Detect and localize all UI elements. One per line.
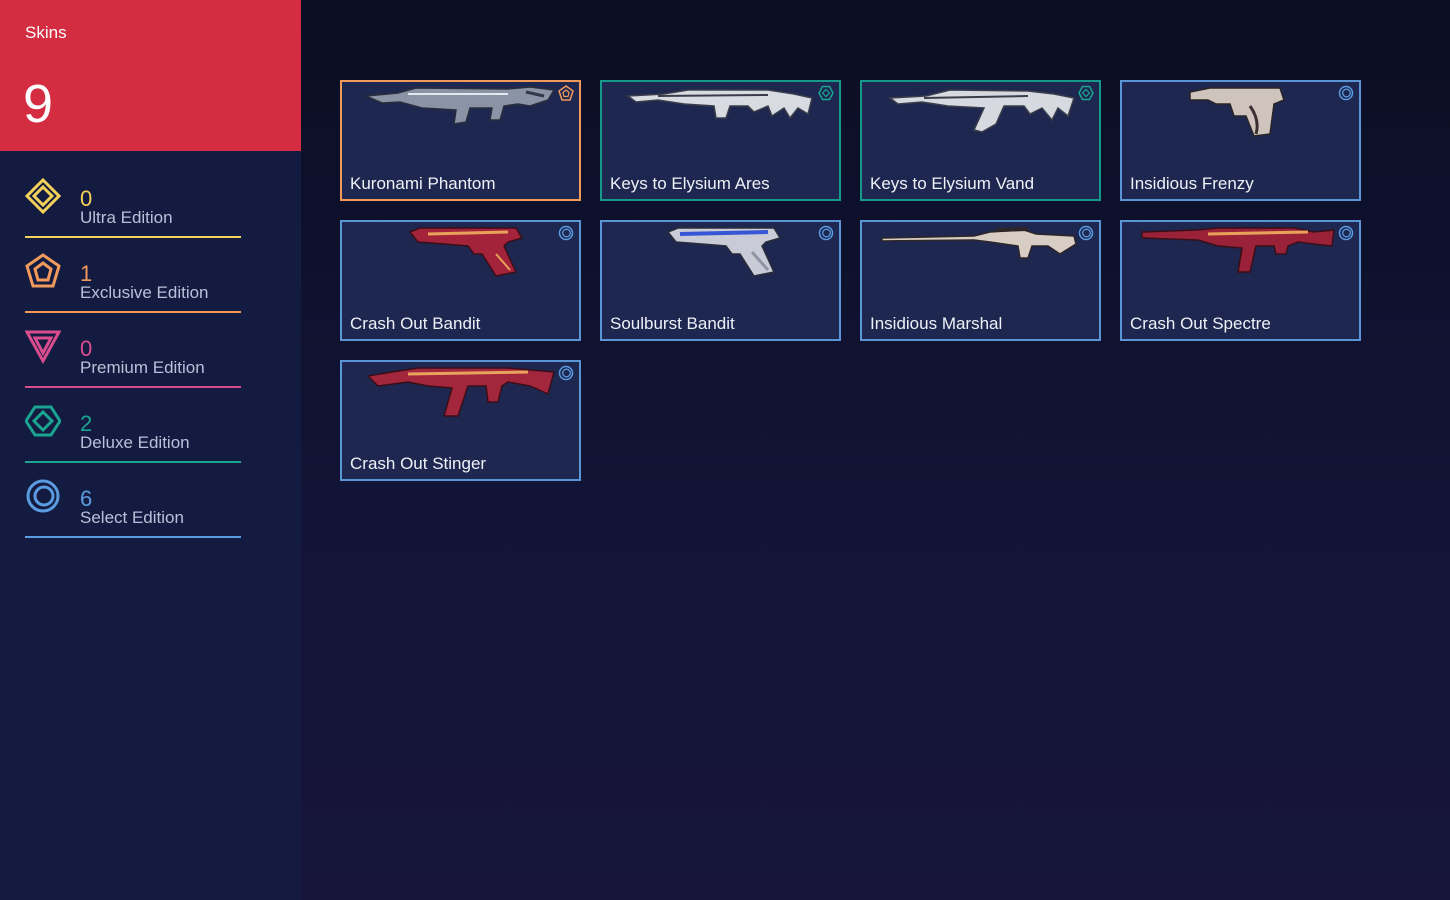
select-edition-icon <box>818 225 834 241</box>
tier-row-ultra[interactable]: 0 Ultra Edition <box>25 176 241 238</box>
tier-row-exclusive[interactable]: 1 Exclusive Edition <box>25 251 241 313</box>
ultra-label: Ultra Edition <box>80 208 173 227</box>
sidebar: Skins 9 0 Ultra Edition 1 Exclusive Edit… <box>0 0 301 900</box>
tier-row-deluxe[interactable]: 2 Deluxe Edition <box>25 401 241 463</box>
skin-card-kuronami-phantom[interactable]: Kuronami Phantom <box>340 80 581 201</box>
skin-name: Kuronami Phantom <box>350 174 496 193</box>
skin-name: Crash Out Bandit <box>350 314 481 333</box>
skin-card-insidious-frenzy[interactable]: Insidious Frenzy <box>1120 80 1361 201</box>
exclusive-label: Exclusive Edition <box>80 283 209 302</box>
skin-name: Insidious Marshal <box>870 314 1003 333</box>
skin-card-crash-out-spectre[interactable]: Crash Out Spectre <box>1120 220 1361 341</box>
exclusive-edition-icon <box>558 85 574 101</box>
skin-name: Soulburst Bandit <box>610 314 735 333</box>
skin-card-keys-to-elysium-vand[interactable]: Keys to Elysium Vand <box>860 80 1101 201</box>
select-edition-icon <box>1338 85 1354 101</box>
skins-title: Skins <box>25 23 67 42</box>
skin-name: Insidious Frenzy <box>1130 174 1254 193</box>
exclusive-edition-icon <box>25 253 61 289</box>
skins-total-count: 9 <box>23 74 54 134</box>
select-edition-icon <box>1338 225 1354 241</box>
select-label: Select Edition <box>80 508 184 527</box>
skin-name: Keys to Elysium Vand <box>870 174 1035 193</box>
phantom-rifle-icon <box>358 84 563 138</box>
stinger-smg-icon <box>358 364 563 418</box>
skin-card-insidious-marshal[interactable]: Insidious Marshal <box>860 220 1101 341</box>
tier-row-select[interactable]: 6 Select Edition <box>25 476 241 538</box>
vandal-rifle-icon <box>878 84 1083 138</box>
frenzy-pistol-icon <box>1138 84 1343 138</box>
premium-edition-icon <box>25 328 61 364</box>
bandit-pistol-icon <box>358 224 563 278</box>
select-edition-icon <box>558 365 574 381</box>
ultra-edition-icon <box>25 178 61 214</box>
select-edition-icon <box>558 225 574 241</box>
ares-machine-gun-icon <box>618 84 823 138</box>
skin-name: Crash Out Spectre <box>1130 314 1271 333</box>
skin-card-soulburst-bandit[interactable]: Soulburst Bandit <box>600 220 841 341</box>
tier-row-premium[interactable]: 0 Premium Edition <box>25 326 241 388</box>
skin-card-crash-out-stinger[interactable]: Crash Out Stinger <box>340 360 581 481</box>
deluxe-label: Deluxe Edition <box>80 433 190 452</box>
marshal-sniper-icon <box>878 224 1083 278</box>
premium-label: Premium Edition <box>80 358 205 377</box>
skin-name: Crash Out Stinger <box>350 454 487 473</box>
deluxe-edition-icon <box>1078 85 1094 101</box>
skin-name: Keys to Elysium Ares <box>610 174 770 193</box>
select-edition-icon <box>1078 225 1094 241</box>
deluxe-edition-icon <box>818 85 834 101</box>
deluxe-edition-icon <box>25 403 61 439</box>
select-edition-icon <box>25 478 61 514</box>
skins-total-panel: Skins 9 <box>0 0 301 151</box>
skin-card-keys-to-elysium-ares[interactable]: Keys to Elysium Ares <box>600 80 841 201</box>
spectre-smg-icon <box>1138 224 1343 278</box>
skin-card-crash-out-bandit[interactable]: Crash Out Bandit <box>340 220 581 341</box>
bandit-pistol-icon <box>618 224 823 278</box>
